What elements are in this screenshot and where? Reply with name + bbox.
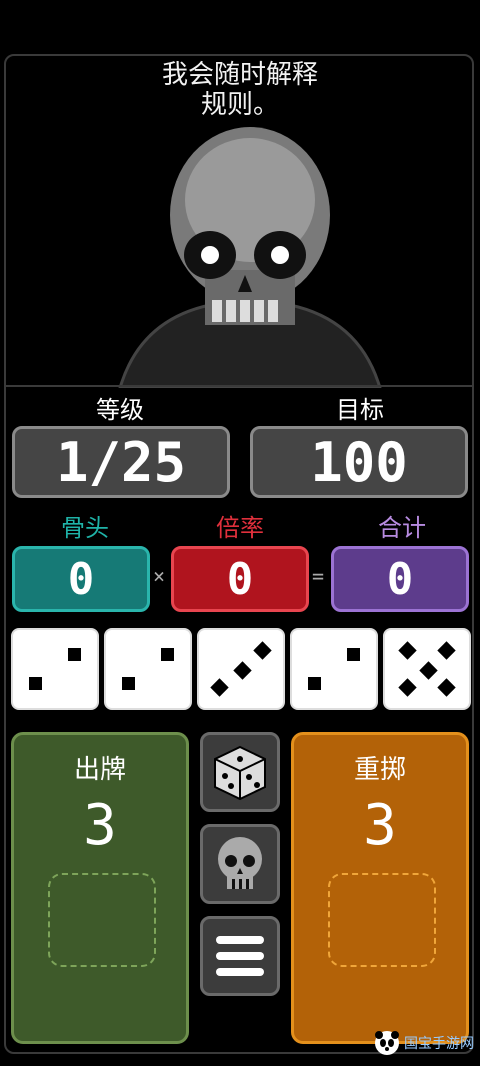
- pip: [398, 641, 417, 660]
- reroll-slot: [328, 873, 436, 967]
- reroll-button[interactable]: 重掷 3: [291, 732, 469, 1044]
- dice-button[interactable]: [200, 732, 280, 812]
- play-count: 3: [83, 793, 117, 858]
- dialog-line-1: 我会随时解释: [161, 60, 318, 90]
- play-label: 出牌: [73, 755, 126, 785]
- play-slot: [48, 873, 156, 967]
- menu-button[interactable]: [200, 916, 280, 996]
- level-value: 1/25: [55, 430, 187, 494]
- menu-icon: [216, 936, 264, 976]
- mult-box: 0: [171, 546, 309, 612]
- bones-value: 0: [67, 553, 95, 605]
- skull-icon: [218, 837, 262, 889]
- skull-button[interactable]: [200, 824, 280, 904]
- mult-label: 倍率: [216, 514, 264, 542]
- pip: [347, 648, 360, 661]
- dialog-line-2: 规则。: [200, 90, 279, 120]
- pip: [398, 678, 417, 697]
- watermark: 国宝手游网: [374, 1030, 474, 1056]
- bones-label: 骨头: [61, 514, 109, 542]
- pip: [253, 641, 272, 660]
- pip: [210, 678, 229, 697]
- total-label: 合计: [378, 514, 426, 542]
- pip: [161, 648, 174, 661]
- pip: [308, 677, 321, 690]
- reroll-count: 3: [363, 793, 397, 858]
- pip: [29, 677, 42, 690]
- bones-box: 0: [12, 546, 150, 612]
- skeleton-dialog: 我会随时解释 规则。: [0, 60, 480, 120]
- level-label: 等级: [96, 396, 144, 424]
- pip: [437, 678, 456, 697]
- pip: [122, 677, 135, 690]
- target-label: 目标: [336, 396, 384, 424]
- die-1[interactable]: [11, 628, 99, 710]
- target-value: 100: [310, 430, 408, 494]
- pip: [233, 661, 252, 680]
- mult-value: 0: [226, 553, 254, 605]
- watermark-text: 国宝手游网: [404, 1036, 474, 1052]
- total-box: 0: [331, 546, 469, 612]
- pip: [419, 661, 438, 680]
- reroll-label: 重掷: [353, 755, 406, 785]
- die-3[interactable]: [197, 628, 285, 710]
- total-value: 0: [386, 553, 414, 605]
- target-box: 100: [250, 426, 468, 498]
- dice-icon: [214, 745, 266, 801]
- die-2[interactable]: [104, 628, 192, 710]
- level-box: 1/25: [12, 426, 230, 498]
- divider: [6, 385, 472, 387]
- play-button[interactable]: 出牌 3: [11, 732, 189, 1044]
- pip: [437, 641, 456, 660]
- skeleton-portrait: [118, 127, 382, 388]
- pip: [68, 648, 81, 661]
- panda-logo-icon: [375, 1031, 399, 1055]
- die-5[interactable]: [383, 628, 471, 710]
- die-4[interactable]: [290, 628, 378, 710]
- times-symbol: ×: [153, 564, 166, 588]
- equals-symbol: =: [312, 564, 325, 588]
